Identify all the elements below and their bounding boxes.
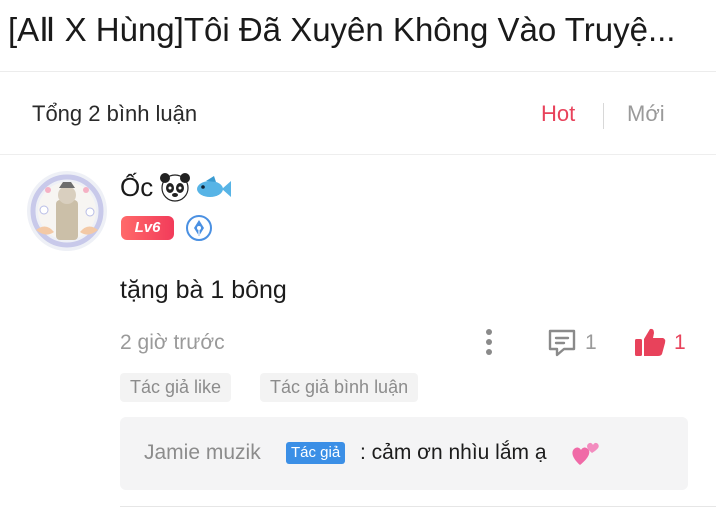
reply-text: : cảm ơn nhìu lắm ạ — [360, 441, 547, 464]
comment-time: 2 giờ trước — [120, 331, 225, 354]
like-thumb-icon[interactable] — [633, 326, 667, 358]
sort-new-tab[interactable]: Mới — [627, 101, 665, 127]
comment-text: tặng bà 1 bông — [120, 276, 287, 304]
author-reply-box[interactable]: Jamie muzik Tác giả : cảm ơn nhìu lắm ạ — [120, 417, 688, 490]
sort-hot-tab[interactable]: Hot — [541, 101, 575, 127]
fish-icon — [197, 176, 231, 197]
tag-author-liked: Tác giả like — [120, 373, 232, 402]
reply-count: 1 — [585, 331, 597, 354]
username[interactable]: Ốc — [120, 172, 153, 203]
author-badge: Tác giả — [286, 442, 346, 464]
writer-pen-badge-icon — [186, 215, 212, 241]
comment-total-label: Tổng 2 bình luận — [32, 101, 198, 126]
two-hearts-icon — [572, 442, 599, 465]
avatar[interactable] — [26, 170, 108, 252]
tag-author-commented: Tác giả bình luận — [260, 373, 419, 402]
header-bar: [AⅡ X Hùng]Tôi Đã Xuyên Không Vào Truyệ.… — [0, 0, 716, 72]
page-title: [AⅡ X Hùng]Tôi Đã Xuyên Không Vào Truyệ.… — [8, 11, 676, 48]
sort-divider — [603, 103, 604, 129]
like-count: 1 — [674, 331, 686, 354]
reply-comment-icon[interactable] — [546, 327, 578, 359]
more-options-icon[interactable] — [478, 326, 500, 358]
comment-divider — [120, 506, 716, 507]
panda-icon — [160, 173, 190, 202]
name-emoji-group — [160, 173, 231, 202]
comments-summary-bar: Tổng 2 bình luận Hot Mới — [0, 73, 716, 155]
level-badge: Lv6 — [121, 216, 174, 240]
reply-author-name[interactable]: Jamie muzik — [144, 441, 261, 465]
